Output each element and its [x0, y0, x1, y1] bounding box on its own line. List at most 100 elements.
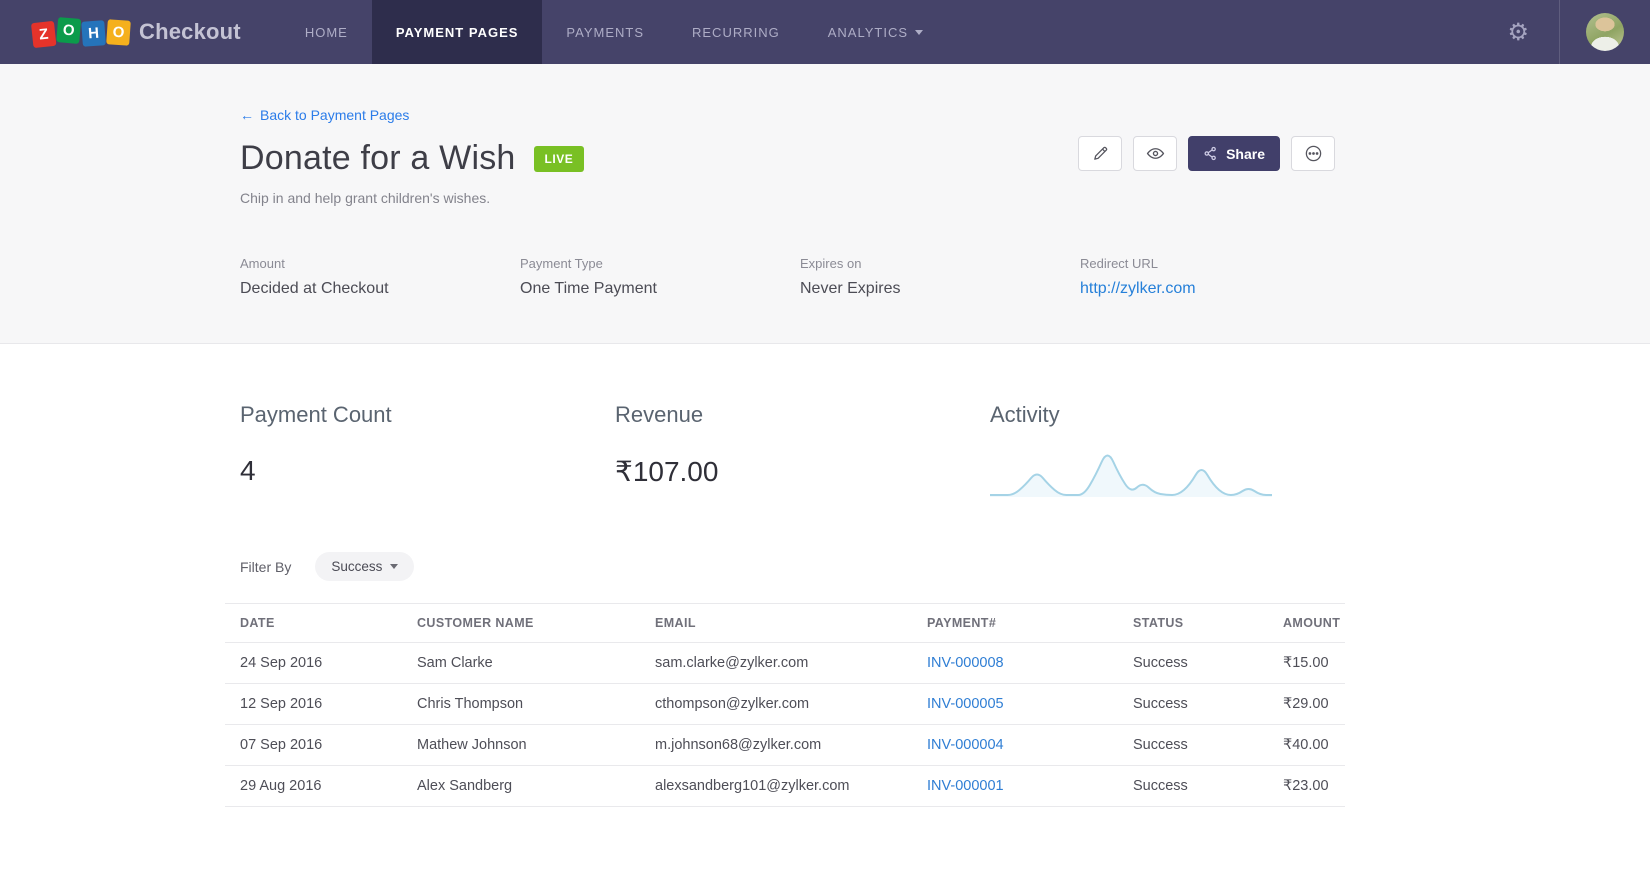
col-header-email: EMAIL [640, 603, 912, 643]
cell-status: Success [1118, 765, 1268, 807]
detail-label: Amount [240, 256, 285, 271]
page-header-section: ← Back to Payment Pages Donate for a Wis… [0, 64, 1650, 344]
chevron-down-icon [915, 29, 924, 35]
detail-label: Expires on [800, 256, 862, 271]
cell-email: alexsandberg101@zylker.com [640, 765, 912, 807]
cell-amount: ₹29.00 [1268, 683, 1345, 725]
status-badge: LIVE [533, 145, 585, 172]
redirect-url-link[interactable]: http://zylker.com [1080, 280, 1360, 298]
cell-email: m.johnson68@zylker.com [640, 724, 912, 766]
payment-number-link[interactable]: INV-000004 [912, 724, 1118, 766]
payment-number-link[interactable]: INV-000008 [912, 642, 1118, 684]
cell-date: 12 Sep 2016 [225, 683, 402, 725]
back-link-label: Back to Payment Pages [260, 107, 410, 123]
zoho-logo-icon: Z O H O [30, 16, 131, 48]
cell-customer-name: Alex Sandberg [402, 765, 640, 807]
payment-number-link[interactable]: INV-000001 [912, 765, 1118, 807]
stat-activity: Activity [990, 402, 1365, 500]
detail-value: One Time Payment [520, 280, 657, 297]
brand-product-name: Checkout [139, 19, 241, 44]
preview-button[interactable] [1133, 136, 1178, 171]
payment-count-value: 4 [240, 455, 256, 486]
logo-tile: Z [30, 20, 57, 48]
title-row: Donate for a Wish LIVE [240, 139, 1650, 178]
edit-button[interactable] [1078, 136, 1123, 171]
stat-revenue: Revenue ₹107.00 [615, 402, 990, 500]
stat-heading: Revenue [615, 402, 704, 427]
logo-tile: H [81, 19, 106, 47]
payments-table: DATE CUSTOMER NAME EMAIL PAYMENT# STATUS… [225, 603, 1345, 807]
col-header-status: STATUS [1118, 603, 1268, 643]
cell-status: Success [1118, 683, 1268, 725]
page-actions: Share [1078, 136, 1335, 171]
pencil-icon [1093, 146, 1107, 160]
table-row: 29 Aug 2016 Alex Sandberg alexsandberg10… [225, 765, 1345, 807]
chevron-down-icon [390, 564, 399, 569]
nav-item-home[interactable]: HOME [281, 0, 372, 64]
stats-section: Payment Count 4 Revenue ₹107.00 Activity [0, 344, 1650, 500]
detail-amount: Amount Decided at Checkout [240, 256, 520, 298]
table-row: 12 Sep 2016 Chris Thompson cthompson@zyl… [225, 683, 1345, 725]
revenue-value: ₹107.00 [615, 456, 719, 487]
nav-item-label: ANALYTICS [827, 24, 909, 40]
user-menu[interactable] [1560, 13, 1650, 51]
table-row: 07 Sep 2016 Mathew Johnson m.johnson68@z… [225, 724, 1345, 766]
stat-heading: Activity [990, 402, 1060, 427]
page-details: Amount Decided at Checkout Payment Type … [240, 256, 1650, 298]
page-subtitle: Chip in and help grant children's wishes… [240, 190, 491, 206]
col-header-customer-name: CUSTOMER NAME [402, 603, 640, 643]
filter-status-dropdown[interactable]: Success [315, 552, 415, 581]
cell-date: 29 Aug 2016 [225, 765, 402, 807]
cell-customer-name: Sam Clarke [402, 642, 640, 684]
activity-sparkline [990, 454, 1272, 497]
share-label: Share [1226, 145, 1265, 162]
detail-payment-type: Payment Type One Time Payment [520, 256, 800, 298]
detail-value: Never Expires [800, 280, 901, 297]
more-options-button[interactable] [1291, 136, 1335, 171]
logo-tile: O [56, 16, 82, 44]
detail-redirect-url: Redirect URL http://zylker.com [1080, 256, 1360, 298]
col-header-amount: AMOUNT [1268, 603, 1345, 643]
gear-icon[interactable]: ⚙ [1477, 18, 1559, 47]
detail-value: Decided at Checkout [240, 280, 389, 297]
cell-amount: ₹40.00 [1268, 724, 1345, 766]
cell-status: Success [1118, 642, 1268, 684]
back-arrow-icon: ← [240, 107, 254, 123]
logo-tile: O [106, 18, 131, 46]
col-header-date: DATE [225, 603, 402, 643]
filter-selected-value: Success [331, 559, 383, 574]
cell-status: Success [1118, 724, 1268, 766]
ellipsis-circle-icon [1305, 145, 1321, 162]
filter-row: Filter By Success [240, 552, 1650, 581]
cell-date: 07 Sep 2016 [225, 724, 402, 766]
detail-expires-on: Expires on Never Expires [800, 256, 1080, 298]
filter-label: Filter By [240, 558, 292, 575]
cell-date: 24 Sep 2016 [225, 642, 402, 684]
cell-customer-name: Mathew Johnson [402, 724, 640, 766]
nav-item-payment-pages[interactable]: PAYMENT PAGES [371, 0, 543, 64]
table-header-row: DATE CUSTOMER NAME EMAIL PAYMENT# STATUS… [225, 603, 1345, 643]
nav-right: ⚙ [1477, 0, 1650, 64]
back-to-payment-pages-link[interactable]: ← Back to Payment Pages [240, 107, 409, 123]
cell-email: cthompson@zylker.com [640, 683, 912, 725]
detail-label: Redirect URL [1080, 256, 1159, 271]
payment-number-link[interactable]: INV-000005 [912, 683, 1118, 725]
share-icon [1204, 146, 1216, 161]
stat-payment-count: Payment Count 4 [240, 402, 615, 500]
nav-item-recurring[interactable]: RECURRING [668, 0, 804, 64]
nav-item-analytics[interactable]: ANALYTICS [804, 0, 947, 64]
cell-amount: ₹15.00 [1268, 642, 1345, 684]
eye-icon [1146, 148, 1164, 159]
table-row: 24 Sep 2016 Sam Clarke sam.clarke@zylker… [225, 642, 1345, 684]
detail-label: Payment Type [520, 256, 603, 271]
top-nav: Z O H O Checkout HOME PAYMENT PAGES PAYM… [0, 0, 1650, 64]
cell-customer-name: Chris Thompson [402, 683, 640, 725]
nav-menu: HOME PAYMENT PAGES PAYMENTS RECURRING AN… [281, 0, 947, 64]
share-button[interactable]: Share [1188, 136, 1280, 171]
avatar[interactable] [1586, 13, 1624, 51]
col-header-payment: PAYMENT# [912, 603, 1118, 643]
stat-heading: Payment Count [240, 402, 392, 427]
nav-item-payments[interactable]: PAYMENTS [542, 0, 668, 64]
brand-logo[interactable]: Z O H O Checkout [0, 0, 281, 64]
page-title: Donate for a Wish [240, 139, 516, 177]
